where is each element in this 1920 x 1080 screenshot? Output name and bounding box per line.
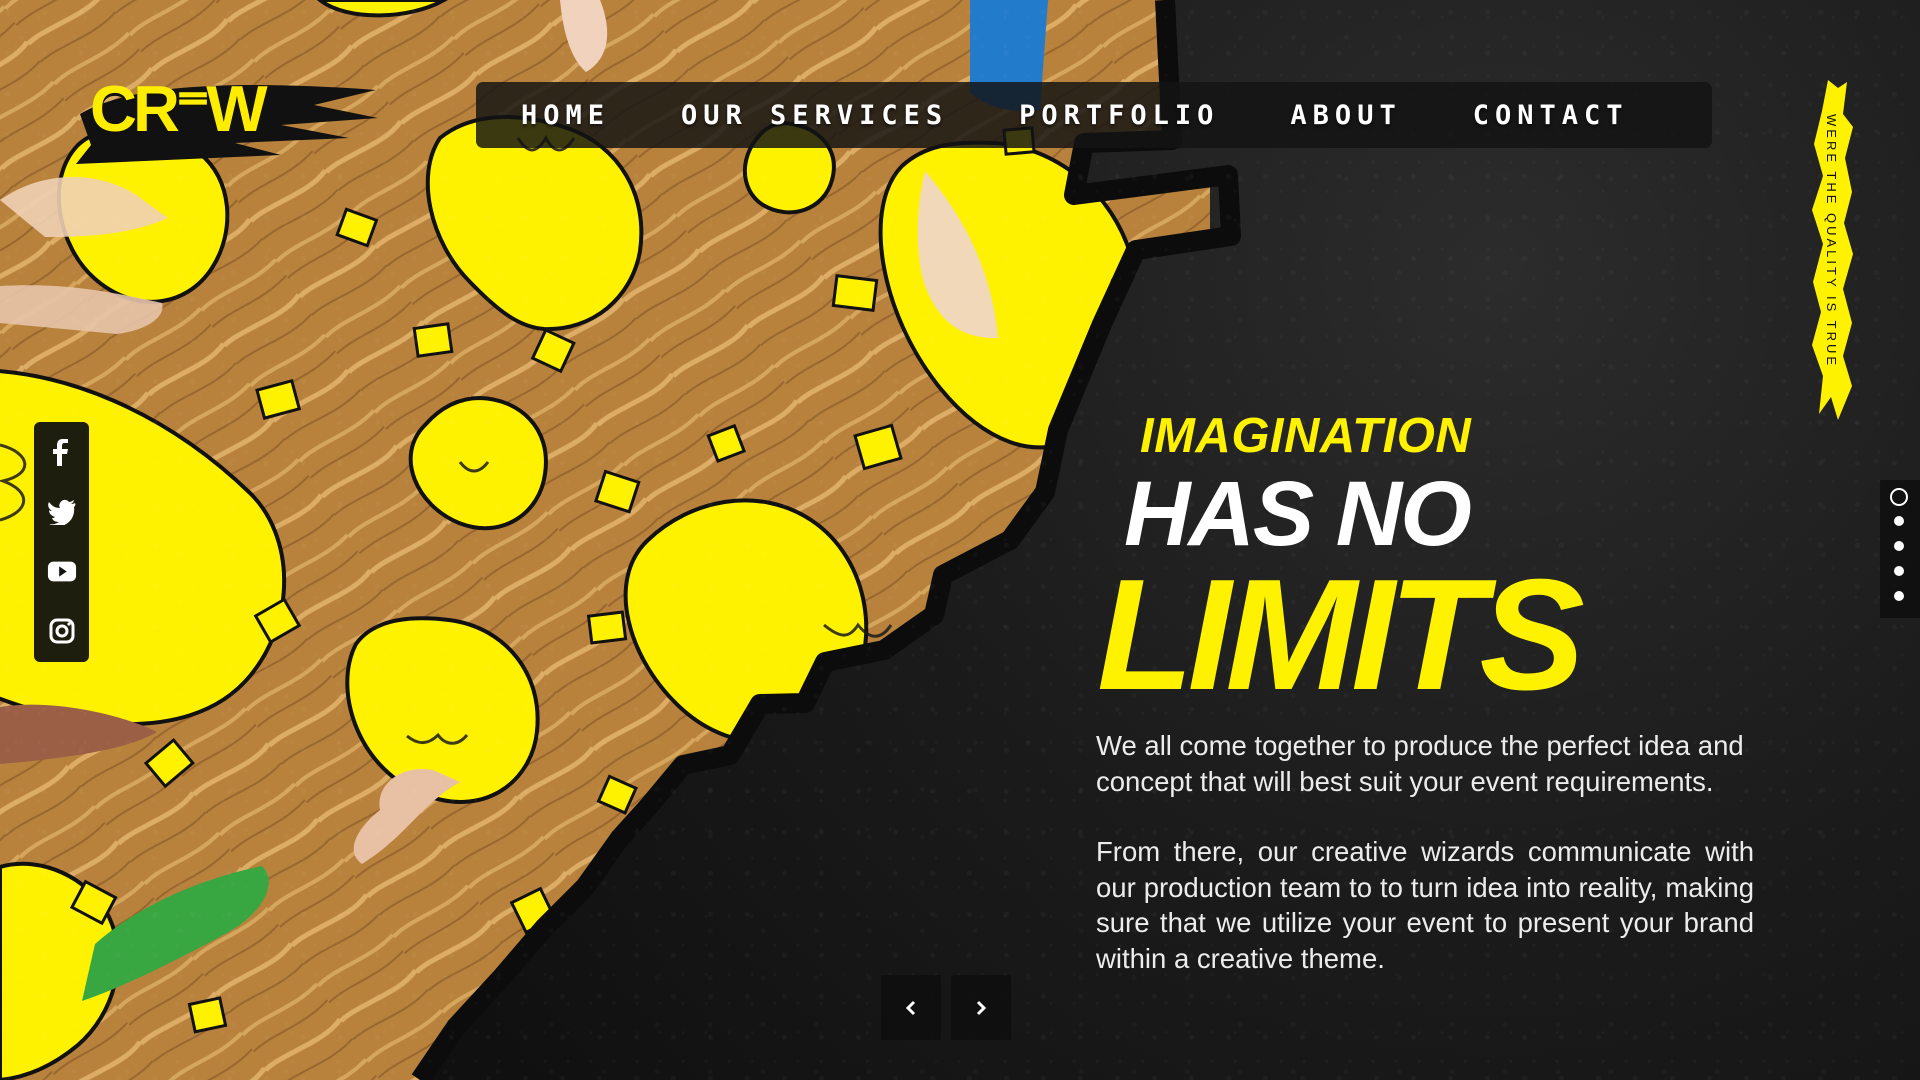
brand-logo[interactable]: CR⁼W <box>76 70 378 168</box>
instagram-icon-glyph <box>49 618 75 644</box>
nav-item-portfolio[interactable]: PORTFOLIO <box>1019 100 1219 131</box>
social-links <box>34 422 89 662</box>
nav-item-our-services[interactable]: OUR SERVICES <box>681 100 948 131</box>
hero-heading-imagination: IMAGINATION <box>1140 409 1472 463</box>
youtube-icon-glyph <box>47 561 77 581</box>
hero-paragraph-one: We all come together to produce the perf… <box>1096 730 1744 797</box>
hero-heading-limits: LIMITS <box>1097 547 1585 723</box>
slide-pagination <box>1880 480 1920 618</box>
slide-dot-1[interactable] <box>1890 488 1908 506</box>
twitter-icon-glyph <box>48 499 76 525</box>
landing-page: CR⁼W HOME OUR SERVICES PORTFOLIO ABOUT C… <box>0 0 1920 1080</box>
nav-item-about[interactable]: ABOUT <box>1290 100 1401 131</box>
chevron-left-icon <box>905 1000 916 1015</box>
slide-dot-2[interactable] <box>1894 516 1904 526</box>
youtube-icon[interactable] <box>47 556 77 586</box>
main-navigation: HOME OUR SERVICES PORTFOLIO ABOUT CONTAC… <box>476 82 1712 148</box>
twitter-icon[interactable] <box>47 496 77 526</box>
logo-text: CR⁼W <box>90 72 268 145</box>
hero-paragraph-two: From there, our creative wizards communi… <box>1096 836 1754 974</box>
facebook-icon[interactable] <box>47 437 77 467</box>
previous-slide-button[interactable] <box>881 975 941 1040</box>
side-tagline: WERE THE QUALITY IS TRUE <box>1824 114 1839 369</box>
next-slide-button[interactable] <box>951 975 1011 1040</box>
facebook-icon-glyph <box>53 439 68 466</box>
nav-item-home[interactable]: HOME <box>521 100 610 131</box>
instagram-icon[interactable] <box>47 616 77 646</box>
slide-dot-5[interactable] <box>1894 591 1904 601</box>
slide-dot-3[interactable] <box>1894 541 1904 551</box>
chevron-right-icon <box>976 1000 987 1015</box>
slide-dot-4[interactable] <box>1894 566 1904 576</box>
nav-item-contact[interactable]: CONTACT <box>1473 100 1629 131</box>
